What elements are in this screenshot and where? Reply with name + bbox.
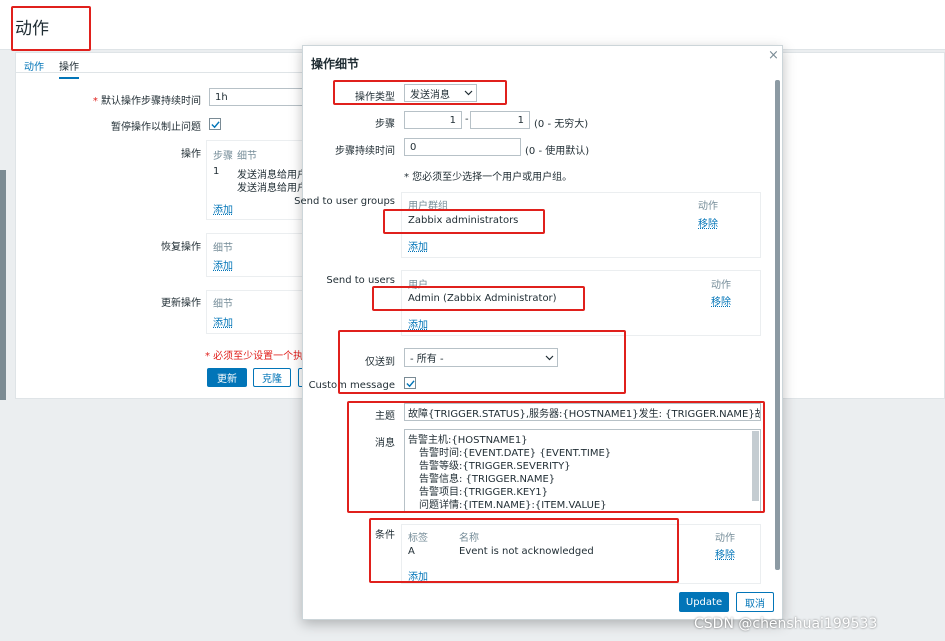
- step-dash: -: [465, 114, 469, 125]
- pause-checkbox[interactable]: [209, 118, 221, 130]
- page-header: [0, 0, 945, 50]
- update-ops-header: 细节: [213, 299, 233, 310]
- op-type-value: 发送消息: [410, 89, 450, 101]
- modal-update-button[interactable]: Update: [679, 592, 729, 612]
- step-to-input[interactable]: 1: [470, 111, 530, 129]
- subject-input[interactable]: 故障{TRIGGER.STATUS},服务器:{HOSTNAME1}发生: {T…: [404, 403, 761, 421]
- user-add-link[interactable]: 添加: [408, 316, 428, 331]
- send-only-value: - 所有 -: [410, 354, 444, 365]
- duration-input[interactable]: 0: [404, 138, 521, 156]
- user-name: Admin (Zabbix Administrator): [408, 293, 557, 304]
- duration-hint: (0 - 使用默认): [525, 146, 590, 157]
- ops-row-line2: 发送消息给用户: [237, 183, 307, 194]
- update-ops-label: 更新操作: [161, 298, 201, 309]
- conditions-label: 条件: [375, 530, 395, 541]
- step-from-input[interactable]: 1: [404, 111, 462, 129]
- left-strip: [0, 170, 6, 400]
- user-remove-link[interactable]: 移除: [711, 293, 731, 308]
- cond-header-name: 名称: [459, 533, 479, 544]
- operations-label: 操作: [181, 149, 201, 160]
- subject-label: 主题: [375, 411, 395, 422]
- op-type-label: 操作类型: [355, 92, 395, 103]
- chevron-down-icon: [545, 355, 554, 360]
- ops-header-detail: 细节: [237, 151, 257, 162]
- group-name: Zabbix administrators: [408, 215, 519, 226]
- message-label: 消息: [375, 438, 395, 449]
- message-line: 告警时间:{EVENT.DATE} {EVENT.TIME}: [419, 448, 612, 459]
- cond-add-link[interactable]: 添加: [408, 568, 428, 583]
- send-only-label: 仅送到: [365, 357, 395, 368]
- group-remove-link[interactable]: 移除: [698, 215, 718, 230]
- pause-label: 暂停操作以制止问题: [111, 122, 201, 133]
- ops-add-link[interactable]: 添加: [213, 201, 233, 216]
- tab-divider: [15, 72, 305, 73]
- recovery-label: 恢复操作: [161, 242, 201, 253]
- page-title: 动作: [15, 19, 49, 39]
- message-line: 告警等级:{TRIGGER.SEVERITY}: [419, 461, 571, 472]
- default-duration-label: * 默认操作步骤持续时间: [92, 96, 201, 107]
- cond-remove-link[interactable]: 移除: [715, 546, 735, 561]
- duration-label: 步骤持续时间: [335, 146, 395, 157]
- group-add-link[interactable]: 添加: [408, 238, 428, 253]
- required-hint: * 您必须至少选择一个用户或用户组。: [404, 172, 573, 183]
- modal-scrollbar[interactable]: [775, 80, 780, 570]
- groups-header-name: 用户群组: [408, 201, 448, 212]
- chevron-down-icon: [464, 90, 473, 96]
- cond-header-label: 标签: [408, 533, 428, 544]
- message-line: 告警信息: {TRIGGER.NAME}: [419, 474, 556, 485]
- ops-header-step: 步骤: [213, 151, 233, 162]
- cond-row-name: Event is not acknowledged: [459, 546, 594, 557]
- send-only-select[interactable]: - 所有 -: [404, 348, 558, 367]
- custom-message-label: Custom message: [308, 380, 395, 391]
- message-line: 告警项目:{TRIGGER.KEY1}: [419, 487, 549, 498]
- recovery-add-link[interactable]: 添加: [213, 257, 233, 272]
- bg-update-button[interactable]: 更新: [207, 368, 247, 387]
- message-scrollbar[interactable]: [752, 431, 759, 501]
- default-duration-input[interactable]: 1h: [209, 88, 305, 106]
- watermark: CSDN @chenshuai199533: [694, 616, 878, 632]
- op-type-select[interactable]: 发送消息: [404, 84, 477, 102]
- bg-clone-button[interactable]: 克隆: [253, 368, 291, 387]
- message-line: 问题详情:{ITEM.NAME}:{ITEM.VALUE}: [419, 500, 607, 511]
- cond-row-label: A: [408, 546, 415, 557]
- groups-header-action: 动作: [698, 201, 718, 212]
- steps-label: 步骤: [375, 119, 395, 130]
- modal-cancel-button[interactable]: 取消: [736, 592, 774, 612]
- steps-hint: (0 - 无穷大): [534, 119, 589, 130]
- users-header-action: 动作: [711, 280, 731, 291]
- cond-header-action: 动作: [715, 533, 735, 544]
- update-ops-add-link[interactable]: 添加: [213, 314, 233, 329]
- custom-message-checkbox[interactable]: [404, 377, 416, 389]
- modal-title: 操作细节: [311, 57, 360, 71]
- message-line: 告警主机:{HOSTNAME1}: [408, 435, 528, 446]
- message-textarea[interactable]: 告警主机:{HOSTNAME1} 告警时间:{EVENT.DATE} {EVEN…: [404, 429, 761, 512]
- ops-row-step: 1: [213, 166, 220, 177]
- recovery-header: 细节: [213, 243, 233, 254]
- tab-operations[interactable]: 操作: [59, 58, 79, 79]
- users-header-name: 用户: [408, 280, 428, 291]
- tab-action[interactable]: 动作: [24, 58, 44, 73]
- users-label: Send to users: [326, 275, 395, 286]
- close-icon[interactable]: ×: [768, 48, 779, 63]
- bg-warning: * 必须至少设置一个执: [205, 351, 304, 362]
- groups-label: Send to user groups: [294, 196, 395, 207]
